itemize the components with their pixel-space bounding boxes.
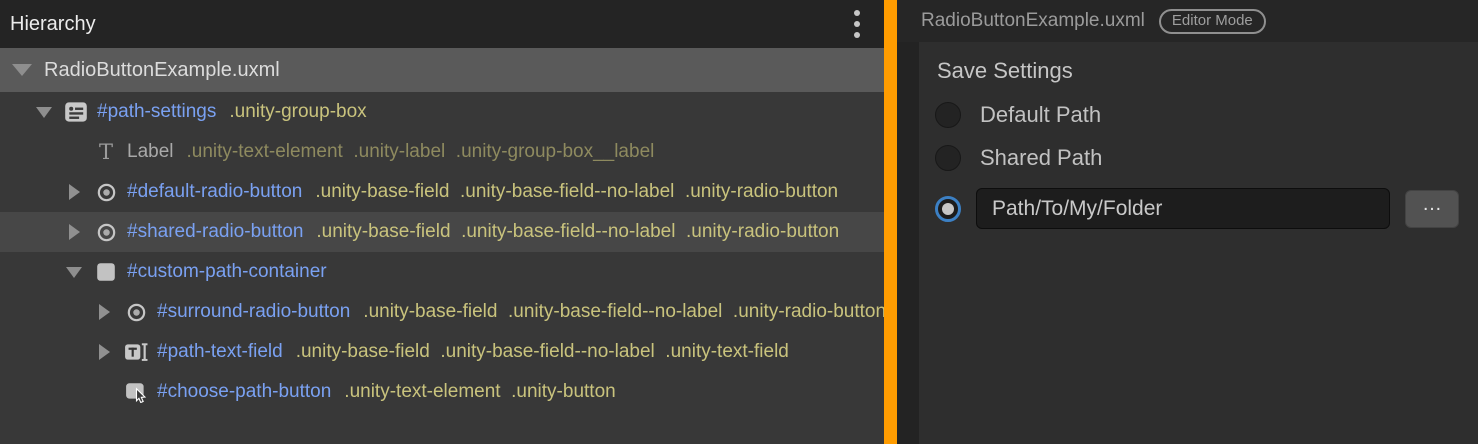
group-box-icon [63,100,89,124]
visual-element-icon [93,260,119,284]
radio-button-icon [93,180,119,204]
expander-down-icon[interactable] [32,107,56,118]
radio-row-shared-path[interactable]: Shared Path [935,145,1478,171]
expander-down-icon[interactable] [12,64,32,76]
path-input[interactable] [976,188,1390,229]
expander-down-icon[interactable] [62,267,86,278]
preview-header: RadioButtonExample.uxml Editor Mode [897,0,1478,42]
label-icon: T [93,140,119,164]
radio-unchecked-icon[interactable] [935,102,961,128]
preview-title: RadioButtonExample.uxml [921,10,1145,32]
hierarchy-header: Hierarchy [0,0,884,48]
tree-row-custom-path-container[interactable]: #custom-path-container [0,252,884,292]
hierarchy-panel: Hierarchy RadioButtonExample.uxml #path-… [0,0,884,444]
tree-row-surround-radio-button[interactable]: #surround-radio-button .unity-base-field… [0,292,884,332]
element-classes: .unity-group-box [229,101,366,123]
expander-right-icon[interactable] [92,304,116,320]
element-id: #path-settings [97,101,216,123]
radio-unchecked-icon[interactable] [935,145,961,171]
preview-canvas: Save Settings Default Path Shared Path … [919,42,1478,444]
radio-row-default-path[interactable]: Default Path [935,102,1478,128]
tree-row-default-radio-button[interactable]: #default-radio-button .unity-base-field … [0,172,884,212]
unity-ui-builder-window: Hierarchy RadioButtonExample.uxml #path-… [0,0,1478,444]
element-type: Label [127,141,174,163]
element-classes: .unity-base-field .unity-base-field--no-… [296,341,789,363]
element-id: #custom-path-container [127,261,327,283]
element-id: #path-text-field [157,341,283,363]
text-field-icon [123,340,149,364]
radio-row-custom-path[interactable]: … [935,188,1478,229]
radio-label: Default Path [980,102,1101,128]
tree-row-path-text-field[interactable]: #path-text-field .unity-base-field .unit… [0,332,884,372]
root-document-label: RadioButtonExample.uxml [44,59,280,82]
hierarchy-title: Hierarchy [10,13,96,36]
expander-right-icon[interactable] [62,224,86,240]
hierarchy-tree: #path-settings .unity-group-box T Label … [0,92,884,444]
element-classes: .unity-base-field .unity-base-field--no-… [315,181,838,203]
editor-mode-badge: Editor Mode [1159,9,1266,34]
kebab-menu-icon[interactable] [848,6,866,42]
tree-row-label[interactable]: T Label .unity-text-element .unity-label… [0,132,884,172]
panel-divider[interactable] [884,0,897,444]
expander-right-icon[interactable] [62,184,86,200]
tree-row-choose-path-button[interactable]: #choose-path-button .unity-text-element … [0,372,884,412]
element-id: #shared-radio-button [127,221,303,243]
radio-checked-icon[interactable] [935,196,961,222]
save-settings-heading: Save Settings [937,58,1478,84]
element-classes: .unity-text-element .unity-button [344,381,615,403]
element-id: #default-radio-button [127,181,302,203]
element-classes: .unity-base-field .unity-base-field--no-… [363,301,884,323]
preview-panel: RadioButtonExample.uxml Editor Mode Save… [897,0,1478,444]
element-classes: .unity-text-element .unity-label .unity-… [187,141,655,163]
tree-row-root[interactable]: RadioButtonExample.uxml [0,48,884,92]
element-id: #choose-path-button [157,381,331,403]
radio-label: Shared Path [980,145,1102,171]
element-classes: .unity-base-field .unity-base-field--no-… [316,221,839,243]
button-icon [123,380,149,404]
radio-button-icon [93,220,119,244]
browse-button[interactable]: … [1405,190,1459,228]
element-id: #surround-radio-button [157,301,350,323]
expander-right-icon[interactable] [92,344,116,360]
tree-row-path-settings[interactable]: #path-settings .unity-group-box [0,92,884,132]
radio-button-icon [123,300,149,324]
tree-row-shared-radio-button[interactable]: #shared-radio-button .unity-base-field .… [0,212,884,252]
